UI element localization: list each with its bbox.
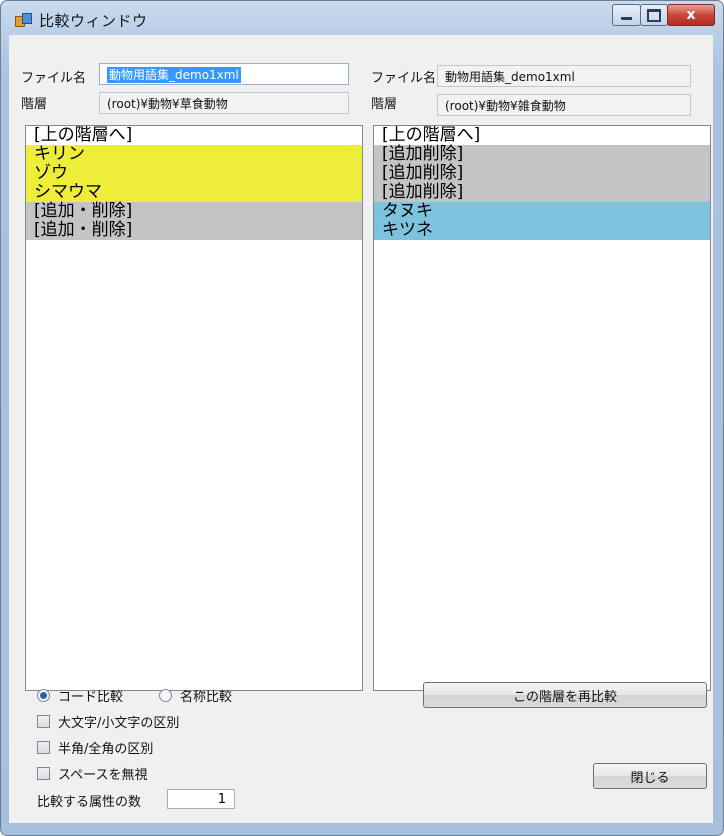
right-list-item[interactable]: [追加削除] — [374, 183, 710, 202]
case-sensitive-option[interactable]: 大文字/小文字の区別 — [37, 712, 179, 731]
minimize-icon — [621, 17, 632, 20]
ignore-space-option[interactable]: スペースを無視 — [37, 764, 147, 783]
recompare-button[interactable]: この階層を再比較 — [423, 682, 707, 708]
width-sensitive-option[interactable]: 半角/全角の区別 — [37, 738, 153, 757]
left-list-item[interactable]: [上の階層へ] — [26, 126, 362, 145]
ignore-space-checkbox[interactable] — [37, 767, 50, 780]
ignore-space-label: スペースを無視 — [58, 768, 148, 783]
left-listbox[interactable]: [上の階層へ] キリン ゾウ シマウマ [追加・削除] [追加・削除] — [25, 125, 363, 691]
right-file-label: ファイル名 — [371, 71, 437, 86]
left-file-label: ファイル名 — [21, 71, 87, 86]
client-area: ファイル名 動物用語集_demo1xml 階層 (root)¥動物¥草食動物 フ… — [9, 35, 713, 823]
left-file-value: 動物用語集_demo1xml — [107, 67, 241, 83]
left-level-label: 階層 — [21, 97, 48, 112]
close-window-button[interactable]: x — [667, 4, 715, 26]
window-controls: x — [612, 4, 715, 26]
right-list-item[interactable]: [追加削除] — [374, 145, 710, 164]
close-button[interactable]: 閉じる — [593, 763, 707, 789]
app-icon — [15, 13, 32, 27]
right-file-field: 動物用語集_demo1xml — [437, 65, 691, 87]
maximize-icon — [647, 8, 661, 22]
right-list-item[interactable]: タヌキ — [374, 202, 710, 221]
minimize-button[interactable] — [612, 4, 641, 26]
left-list-item[interactable]: [追加・削除] — [26, 202, 362, 221]
right-list-item[interactable]: [上の階層へ] — [374, 126, 710, 145]
maximize-button[interactable] — [640, 4, 668, 26]
title-bar[interactable]: 比較ウィンドウ x — [1, 1, 723, 35]
compare-window: 比較ウィンドウ x ファイル名 動物用語集_demo1xml 階層 (root)… — [0, 0, 724, 836]
name-compare-option[interactable]: 名称比較 — [159, 686, 232, 705]
width-sensitive-checkbox[interactable] — [37, 741, 50, 754]
right-list-item[interactable]: キツネ — [374, 221, 710, 240]
name-compare-label: 名称比較 — [180, 690, 233, 705]
right-list-item[interactable]: [追加削除] — [374, 164, 710, 183]
case-sensitive-label: 大文字/小文字の区別 — [58, 716, 180, 731]
left-list-item[interactable]: ゾウ — [26, 164, 362, 183]
code-compare-radio[interactable] — [37, 689, 50, 702]
left-file-field[interactable]: 動物用語集_demo1xml — [99, 63, 349, 85]
case-sensitive-checkbox[interactable] — [37, 715, 50, 728]
code-compare-option[interactable]: コード比較 — [37, 686, 123, 705]
attr-count-input[interactable]: 1 — [167, 789, 235, 809]
left-list-item[interactable]: シマウマ — [26, 183, 362, 202]
name-compare-radio[interactable] — [159, 689, 172, 702]
right-level-field: (root)¥動物¥雑食動物 — [437, 94, 691, 116]
left-level-field: (root)¥動物¥草食動物 — [99, 92, 349, 114]
right-level-label: 階層 — [371, 97, 398, 112]
code-compare-label: コード比較 — [58, 690, 124, 705]
close-icon: x — [686, 7, 696, 23]
left-list-item[interactable]: キリン — [26, 145, 362, 164]
window-title: 比較ウィンドウ — [39, 12, 148, 30]
width-sensitive-label: 半角/全角の区別 — [58, 742, 154, 757]
left-list-item[interactable]: [追加・削除] — [26, 221, 362, 240]
right-listbox[interactable]: [上の階層へ] [追加削除] [追加削除] [追加削除] タヌキ キツネ — [373, 125, 711, 691]
attr-count-label: 比較する属性の数 — [37, 795, 142, 810]
